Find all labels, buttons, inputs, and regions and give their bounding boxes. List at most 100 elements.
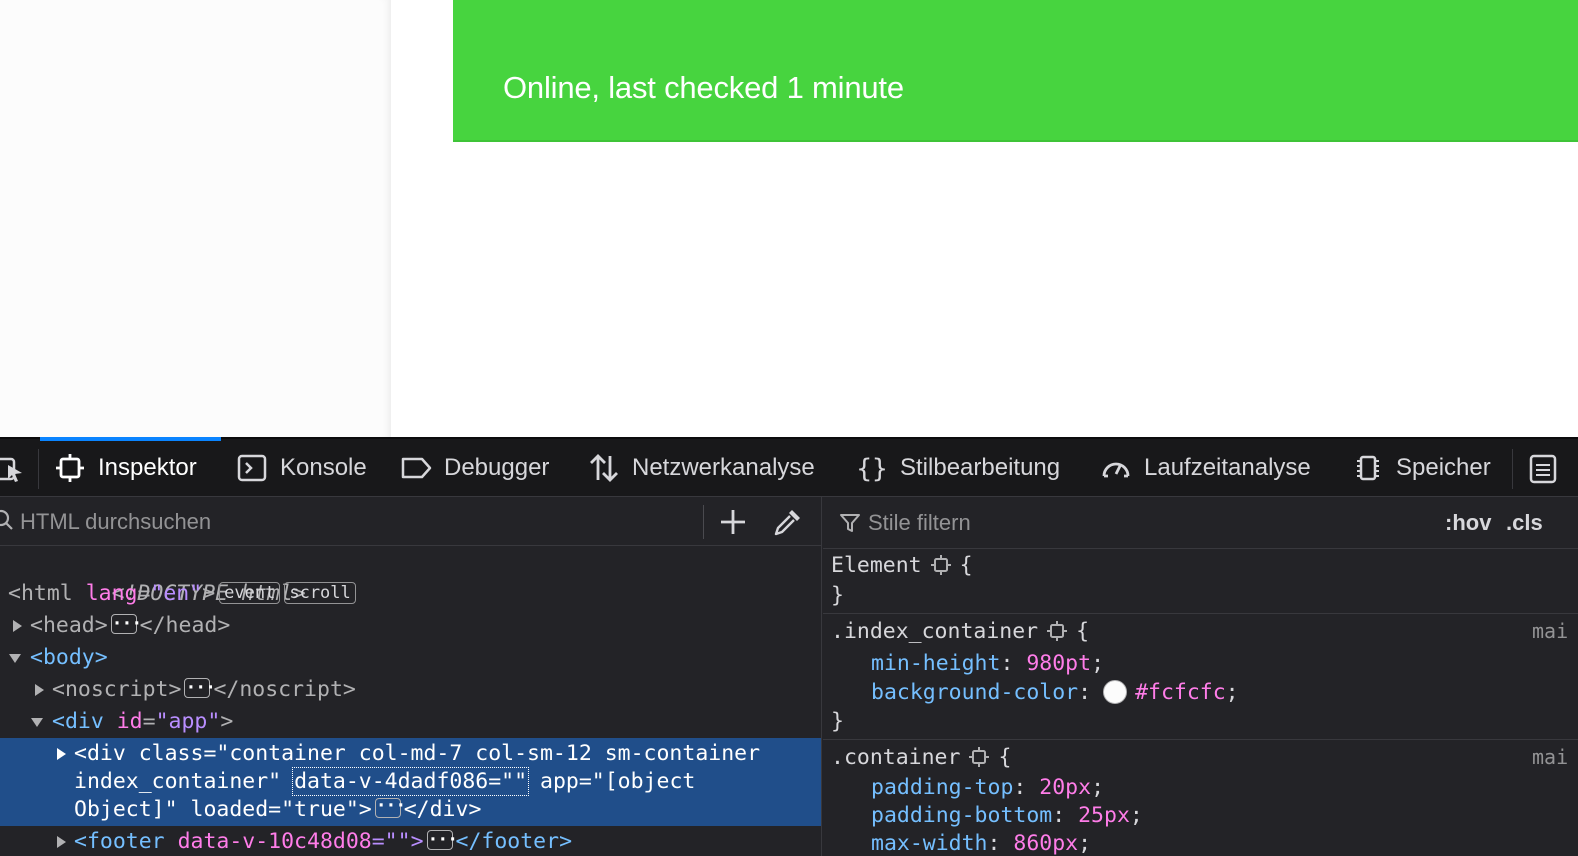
index-container: Online, last checked 1 minute — [391, 0, 1578, 437]
selected-node[interactable]: <div class="container col-md-7 col-sm-12… — [0, 738, 821, 826]
css-declaration[interactable]: padding-top: 20px; — [871, 773, 1104, 803]
collapse-icon[interactable] — [8, 651, 22, 665]
collapsed-ellipsis[interactable] — [184, 672, 211, 704]
rules-filter-row: :hov .cls — [823, 497, 1578, 549]
rule-close-brace: } — [831, 709, 844, 734]
tag-open: <html — [8, 581, 73, 606]
css-property[interactable]: max-width — [871, 831, 988, 856]
rule-source-link[interactable]: mai — [1532, 745, 1578, 769]
tab-memory[interactable]: Speicher — [1338, 439, 1505, 497]
expand-icon[interactable] — [10, 619, 24, 633]
doctype-node[interactable]: <!DOCTYPE html> — [8, 546, 306, 606]
focused-attribute[interactable]: data-v-4dadf086="" — [292, 767, 530, 796]
rule-selector[interactable]: .container — [831, 745, 960, 770]
collapsed-ellipsis[interactable] — [374, 792, 401, 820]
rule-element: Element{ } — [823, 549, 1578, 614]
inspector-icon — [56, 454, 84, 482]
rule-selector[interactable]: Element — [831, 553, 922, 578]
hov-toggle[interactable]: :hov — [1445, 510, 1491, 536]
tab-label: Debugger — [444, 454, 550, 481]
eyedropper-icon[interactable] — [770, 504, 806, 540]
rule-close-brace: } — [831, 583, 844, 608]
css-declaration[interactable]: min-height: 980pt; — [871, 649, 1104, 679]
css-value[interactable]: 25px — [1078, 803, 1130, 828]
tab-performance[interactable]: Laufzeitanalyse — [1086, 439, 1325, 497]
page-viewport: Online, last checked 1 minute — [0, 0, 1578, 437]
css-property[interactable]: padding-top — [871, 775, 1013, 800]
toolbar-separator — [38, 449, 39, 489]
tab-style-editor[interactable]: {} Stilbearbeitung — [842, 439, 1074, 497]
cls-toggle[interactable]: .cls — [1506, 510, 1543, 536]
tab-label: Laufzeitanalyse — [1144, 454, 1311, 481]
html-search-input[interactable] — [20, 505, 690, 539]
tag-open: <head> — [30, 613, 108, 638]
element-picker-icon[interactable] — [0, 453, 26, 485]
collapsed-ellipsis[interactable] — [426, 824, 453, 856]
memory-icon — [1357, 455, 1379, 481]
css-value[interactable]: #fcfcfc — [1135, 680, 1226, 705]
div-app-node[interactable]: <div id="app"> — [52, 706, 233, 738]
tab-debugger[interactable]: Debugger — [386, 439, 563, 497]
scroll-badge[interactable]: scroll — [284, 582, 356, 604]
collapse-icon[interactable] — [30, 715, 44, 729]
tag-close: </footer> — [455, 829, 573, 854]
tag-open: <noscript> — [52, 677, 182, 702]
filter-icon — [840, 514, 860, 532]
rule-source-link[interactable]: mai — [1532, 619, 1578, 643]
console-icon — [237, 454, 267, 482]
node-highlight-icon[interactable] — [968, 746, 990, 768]
node-highlight-icon[interactable] — [1046, 620, 1068, 642]
options-icon[interactable] — [1528, 453, 1558, 485]
css-value[interactable]: 980pt — [1026, 651, 1091, 676]
css-value[interactable]: 20px — [1039, 775, 1091, 800]
node-highlight-icon[interactable] — [930, 554, 952, 576]
expand-icon[interactable] — [54, 747, 68, 761]
tab-label: Stilbearbeitung — [900, 454, 1061, 481]
tag-close: </noscript> — [213, 677, 356, 702]
tab-label: Inspektor — [98, 454, 197, 481]
selected-node-line-1: <div class="container col-md-7 col-sm-12… — [74, 741, 761, 766]
event-badge[interactable]: event — [219, 582, 281, 604]
svg-text:{}: {} — [856, 454, 887, 484]
tag-close: </head> — [139, 613, 231, 638]
tag-open: <footer — [74, 829, 165, 854]
css-property[interactable]: background-color — [871, 680, 1078, 705]
styles-filter-input[interactable] — [868, 506, 1388, 540]
css-property[interactable]: min-height — [871, 651, 1000, 676]
tag-open: <div — [52, 709, 104, 734]
rule-selector[interactable]: .index_container — [831, 619, 1038, 644]
css-value[interactable]: 860px — [1013, 831, 1078, 856]
expand-icon[interactable] — [54, 835, 68, 849]
collapsed-ellipsis[interactable] — [110, 608, 137, 640]
tab-inspector[interactable]: Inspektor — [40, 437, 221, 497]
expand-icon[interactable] — [32, 683, 46, 697]
selected-node-attr: index_container" — [74, 769, 295, 794]
selected-node-attr: app="[object — [527, 769, 696, 794]
css-declaration[interactable]: max-width: 860px; — [871, 829, 1091, 856]
network-icon — [590, 454, 618, 482]
head-node[interactable]: <head> </head> — [30, 608, 231, 642]
selected-node-line-3: Object]" loaded="true"> </div> — [74, 792, 481, 824]
html-node[interactable]: <html lang="en"> event scroll — [8, 578, 356, 610]
noscript-node[interactable]: <noscript> </noscript> — [52, 672, 356, 706]
page-left-gutter — [0, 0, 391, 437]
tab-console[interactable]: Konsole — [222, 439, 381, 497]
status-text: Online, last checked 1 minute — [503, 70, 904, 105]
css-declaration[interactable]: padding-bottom: 25px; — [871, 801, 1143, 831]
footer-node[interactable]: <footer data-v-10c48d08=""> </footer> — [74, 824, 573, 856]
rule-selector-line: .container{ — [831, 745, 1012, 770]
tag-close: > — [202, 581, 216, 606]
body-node[interactable]: <body> — [30, 642, 108, 674]
color-swatch[interactable] — [1103, 680, 1128, 704]
add-node-icon[interactable] — [714, 503, 752, 541]
attr-value: "app" — [155, 709, 221, 734]
markup-view: <!DOCTYPE html> <html lang="en">eventscr… — [0, 497, 822, 856]
status-banner: Online, last checked 1 minute — [453, 0, 1578, 142]
css-declaration[interactable]: background-color: #fcfcfc; — [871, 678, 1239, 708]
tab-network[interactable]: Netzwerkanalyse — [574, 439, 829, 497]
devtools-toolbar: Inspektor Konsole Debugger Netzwerkanaly… — [0, 437, 1578, 497]
css-property[interactable]: padding-bottom — [871, 803, 1052, 828]
rule-selector-line: Element{ — [831, 553, 973, 578]
performance-icon — [1102, 462, 1130, 478]
rule-container: .container{ mai padding-top: 20px; paddi… — [823, 741, 1578, 856]
